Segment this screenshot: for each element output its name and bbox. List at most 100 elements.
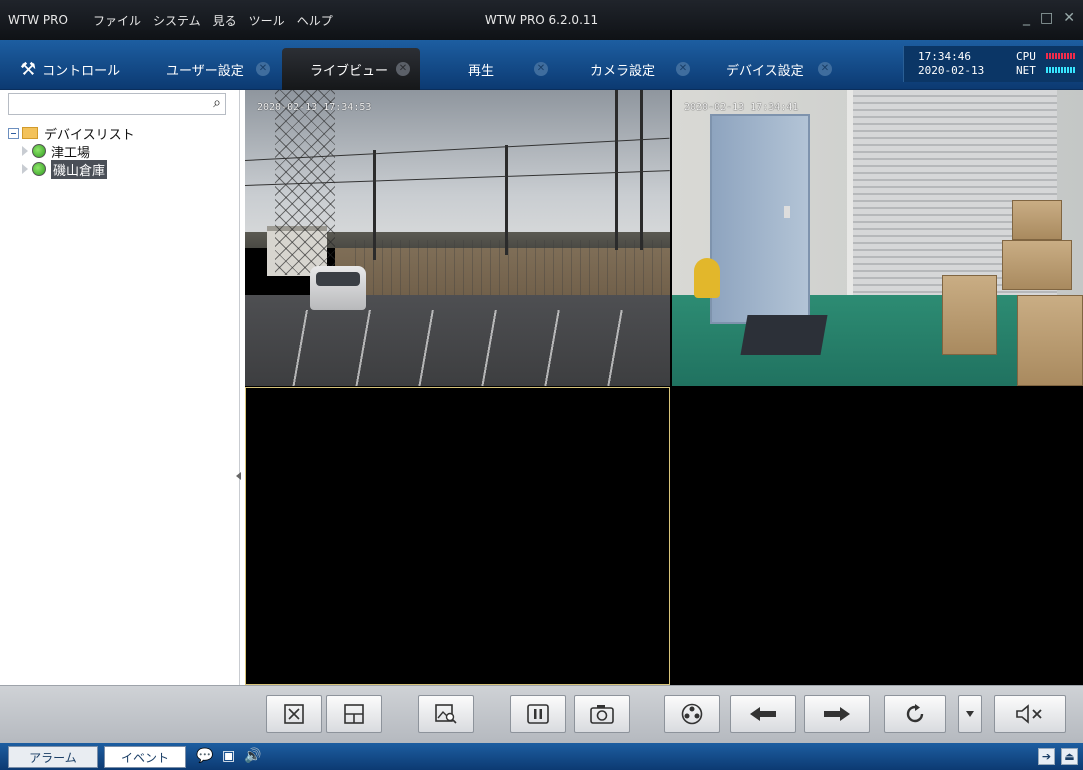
eject-icon[interactable]: ⏏ xyxy=(1061,748,1078,765)
system-status: 17:34:46 2020-02-13 CPU NET xyxy=(903,46,1083,82)
event-tab-label: イベント xyxy=(120,750,169,765)
refresh-dropdown-button[interactable] xyxy=(958,695,982,733)
device-tree: デバイスリスト 津工場 磯山倉庫 xyxy=(8,124,135,179)
folder-icon xyxy=(22,127,38,139)
tree-item-device[interactable]: 津工場 xyxy=(22,142,135,161)
window-title: WTW PRO 6.2.0.11 xyxy=(484,13,599,27)
video-timestamp: 2020-02-13 17:34:41 xyxy=(684,102,799,113)
clock-time: 17:34:46 xyxy=(918,50,971,63)
pause-button[interactable] xyxy=(510,695,566,733)
device-online-icon xyxy=(32,144,46,158)
ptz-icon xyxy=(681,703,703,725)
tab-device-settings[interactable]: デバイス設定 ✕ xyxy=(702,48,842,90)
scene-door xyxy=(710,114,810,324)
search-icon[interactable]: ⌕ xyxy=(213,95,221,111)
maximize-icon[interactable]: □ xyxy=(1040,10,1053,26)
speaker-icon[interactable]: 🔊 xyxy=(244,748,261,764)
video-timestamp: 2020-02-13 17:34:53 xyxy=(257,102,372,113)
close-icon[interactable]: ✕ xyxy=(1063,10,1075,26)
alarm-tab[interactable]: アラーム xyxy=(8,746,98,768)
tab-camera-settings[interactable]: カメラ設定 ✕ xyxy=(560,48,700,90)
live-view-toolbar xyxy=(0,685,1083,743)
scene-box xyxy=(942,275,997,355)
video-cell-2[interactable]: 2020-02-13 17:34:41 xyxy=(672,90,1083,386)
tree-root[interactable]: デバイスリスト xyxy=(8,124,135,143)
cpu-meter xyxy=(1046,53,1076,59)
fullscreen-icon xyxy=(284,704,304,724)
device-search: ⌕ xyxy=(8,93,226,115)
close-tab-icon[interactable]: ✕ xyxy=(256,62,270,76)
tools-icon: ⚒ xyxy=(20,58,37,80)
snapshot-button[interactable] xyxy=(574,695,630,733)
collapse-toggle-icon[interactable] xyxy=(8,127,19,139)
tab-label: 再生 xyxy=(468,63,495,79)
tree-item-device-selected[interactable]: 磯山倉庫 xyxy=(22,159,135,179)
scene-box xyxy=(1012,200,1062,240)
scene-mat xyxy=(740,315,828,355)
window-controls: _ □ ✕ xyxy=(1023,10,1075,26)
tab-label: コントロール xyxy=(42,63,121,79)
net-meter xyxy=(1046,67,1076,73)
refresh-button[interactable] xyxy=(884,695,946,733)
message-icon[interactable]: 💬 xyxy=(196,748,213,764)
refresh-icon xyxy=(906,704,924,723)
mute-button[interactable] xyxy=(994,695,1066,733)
expand-arrow-icon[interactable] xyxy=(22,146,28,156)
video-cell-1[interactable]: 2020-02-13 17:34:53 xyxy=(245,90,670,386)
fullscreen-button[interactable] xyxy=(266,695,322,733)
minimize-icon[interactable]: _ xyxy=(1023,10,1030,26)
device-online-icon xyxy=(32,162,46,176)
search-input[interactable] xyxy=(9,94,199,114)
clock-date: 2020-02-13 xyxy=(918,64,985,77)
ptz-button[interactable] xyxy=(664,695,720,733)
title-bar: WTW PRO ファイル システム 見る ツール ヘルプ WTW PRO 6.2… xyxy=(0,0,1083,40)
image-search-icon xyxy=(435,704,457,724)
tab-live-view[interactable]: ライブビュー ✕ xyxy=(282,48,420,90)
close-tab-icon[interactable]: ✕ xyxy=(818,62,832,76)
live-view-grid: 2020-02-13 17:34:53 2020-02-13 17:34:41 xyxy=(245,90,1083,685)
layout-button[interactable] xyxy=(326,695,382,733)
cpu-label: CPU xyxy=(1016,50,1036,63)
alarm-tab-label: アラーム xyxy=(29,750,77,765)
event-tab[interactable]: イベント xyxy=(104,746,186,768)
scene-box xyxy=(1017,295,1083,386)
previous-button[interactable] xyxy=(730,695,796,733)
panel-collapse-handle[interactable] xyxy=(236,472,241,480)
close-tab-icon[interactable]: ✕ xyxy=(676,62,690,76)
expand-arrow-icon[interactable] xyxy=(22,164,28,174)
scene-pole xyxy=(640,90,643,250)
scene-helmet xyxy=(694,258,720,298)
arrow-left-icon xyxy=(750,707,776,721)
scene-pole xyxy=(373,150,376,260)
scene-parking-lines xyxy=(245,310,670,386)
video-cell-3-selected[interactable] xyxy=(245,387,670,685)
pause-icon xyxy=(527,704,549,724)
net-label: NET xyxy=(1016,64,1036,77)
arrow-right-icon xyxy=(824,707,850,721)
scene-pole xyxy=(615,90,618,250)
scene-pole xyxy=(505,145,508,255)
tab-label: ユーザー設定 xyxy=(166,63,244,79)
image-icon[interactable]: ▣ xyxy=(222,748,235,764)
device-panel: ⌕ デバイスリスト 津工場 磯山倉庫 xyxy=(0,90,241,685)
tab-bar: ⚒ コントロール ユーザー設定 ✕ ライブビュー ✕ 再生 ✕ カメラ設定 ✕ … xyxy=(0,40,1083,90)
layout-icon xyxy=(344,704,364,724)
video-cell-4[interactable] xyxy=(672,387,1083,685)
dropdown-icon xyxy=(966,711,974,717)
tab-label: ライブビュー xyxy=(310,63,389,79)
dock-icon[interactable]: ➔ xyxy=(1038,748,1055,765)
tab-user-settings[interactable]: ユーザー設定 ✕ xyxy=(140,48,280,90)
image-search-button[interactable] xyxy=(418,695,474,733)
close-tab-icon[interactable]: ✕ xyxy=(396,62,410,76)
scene-box xyxy=(1002,240,1072,290)
next-button[interactable] xyxy=(804,695,870,733)
tree-root-label: デバイスリスト xyxy=(44,127,135,143)
close-tab-icon[interactable]: ✕ xyxy=(534,62,548,76)
status-bar: アラーム イベント 💬 ▣ 🔊 ➔ ⏏ xyxy=(0,743,1083,770)
tab-playback[interactable]: 再生 ✕ xyxy=(422,48,558,90)
device-label: 津工場 xyxy=(51,145,91,161)
tab-control[interactable]: ⚒ コントロール xyxy=(8,48,138,90)
scene-car xyxy=(310,266,366,310)
device-label: 磯山倉庫 xyxy=(51,159,108,179)
tab-label: カメラ設定 xyxy=(590,63,656,79)
